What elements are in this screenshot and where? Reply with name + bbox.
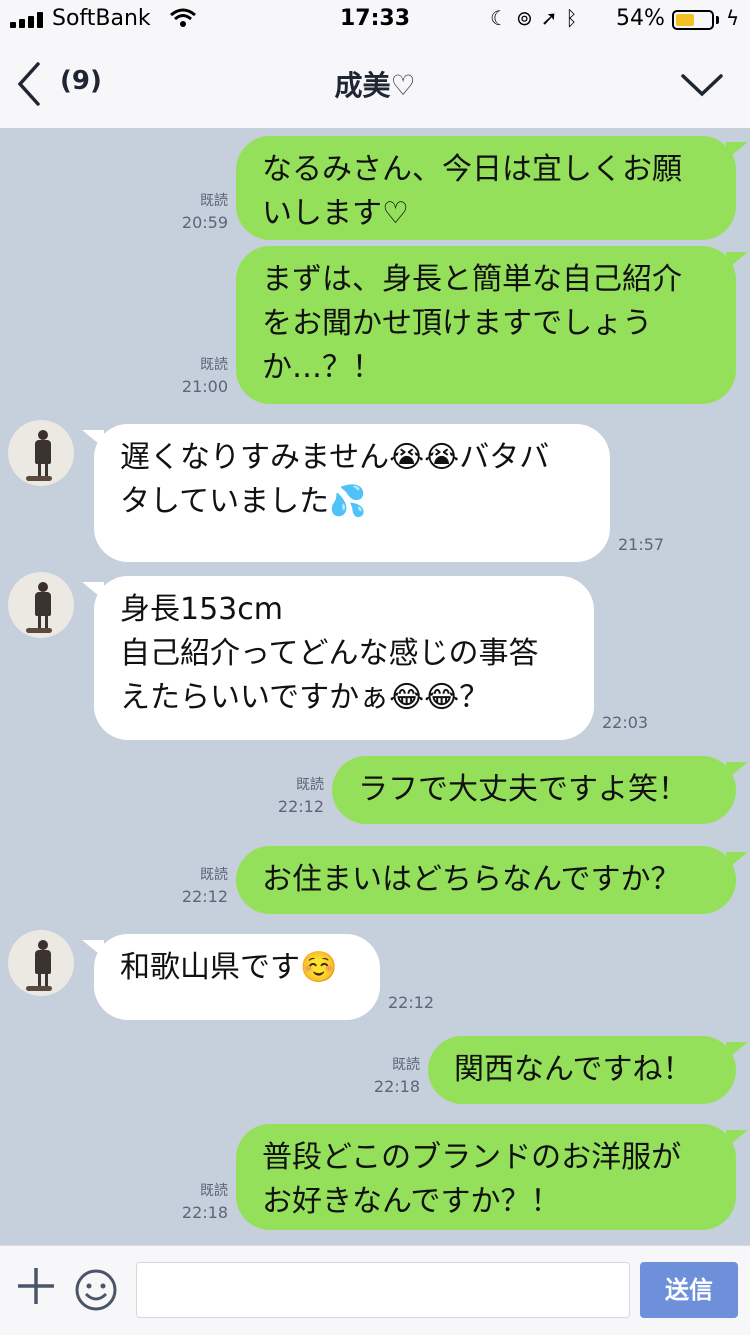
- message-time: 22:12: [277, 797, 324, 816]
- message-bubble[interactable]: 普段どこのブランドのお洋服が お好きなんですか？！: [236, 1124, 736, 1230]
- message-time: 22:12: [388, 993, 435, 1012]
- bubble-tail: [82, 940, 104, 958]
- bubble-tail: [726, 762, 748, 780]
- message-bubble[interactable]: ラフで大丈夫ですよ笑！: [332, 756, 736, 824]
- message-bubble[interactable]: まずは、身長と簡単な自己紹介 をお聞かせ頂けますでしょう か…？！: [236, 246, 736, 404]
- chat-header: (9) 成美♡: [0, 40, 750, 129]
- message-time: 21:00: [181, 377, 228, 396]
- message-time: 22:12: [181, 887, 228, 906]
- bubble-tail: [726, 142, 748, 160]
- rotation-lock-icon: ⊚: [515, 6, 541, 30]
- avatar[interactable]: [8, 572, 74, 638]
- status-icons: ☾⊚➚ᛒ: [490, 6, 585, 30]
- message-input[interactable]: [136, 1262, 630, 1318]
- message-meta: 既読 22:12: [164, 864, 228, 908]
- chat-title: 成美♡: [334, 69, 416, 102]
- message-meta: 既読 22:18: [356, 1054, 420, 1098]
- avatar[interactable]: [8, 930, 74, 996]
- message-bubble[interactable]: 関西なんですね！: [428, 1036, 736, 1104]
- message-meta: 既読 22:12: [260, 774, 324, 818]
- avatar[interactable]: [8, 420, 74, 486]
- message-meta: 既読 21:00: [164, 354, 228, 398]
- message-meta: 22:03: [602, 712, 672, 734]
- read-receipt: 既読: [392, 1057, 420, 1073]
- bubble-tail: [726, 252, 748, 270]
- send-button[interactable]: 送信: [640, 1262, 738, 1318]
- read-receipt: 既読: [200, 867, 228, 883]
- message-bubble[interactable]: 遅くなりすみません😭😭バタバ タしていました💦: [94, 424, 610, 562]
- message-time: 22:18: [373, 1077, 420, 1096]
- bluetooth-icon: ᛒ: [565, 6, 586, 30]
- battery-tip: [716, 16, 719, 24]
- read-receipt: 既読: [200, 1183, 228, 1199]
- read-receipt: 既読: [296, 777, 324, 793]
- message-time: 22:18: [181, 1203, 228, 1222]
- message-bubble[interactable]: 和歌山県です☺️: [94, 934, 380, 1020]
- message-time: 20:59: [181, 213, 228, 232]
- plus-icon[interactable]: [16, 1266, 56, 1306]
- chat-area[interactable]: なるみさん、今日は宜しくお願 いします♡ 既読 20:59 まずは、身長と簡単な自己紹…: [0, 128, 750, 1245]
- status-bar: SoftBank 17:33 ☾⊚➚ᛒ 54% ϟ: [0, 0, 750, 40]
- input-bar: 送信: [0, 1245, 750, 1335]
- smiley-icon[interactable]: [74, 1268, 118, 1312]
- message-meta: 既読 22:18: [164, 1180, 228, 1224]
- message-bubble[interactable]: なるみさん、今日は宜しくお願 いします♡: [236, 136, 736, 240]
- read-receipt: 既読: [200, 357, 228, 373]
- chevron-down-icon[interactable]: [680, 70, 724, 100]
- bubble-tail: [82, 430, 104, 448]
- battery-icon: [672, 10, 714, 30]
- moon-icon: ☾: [490, 6, 516, 30]
- message-bubble[interactable]: 身長153cm 自己紹介ってどんな感じの事答 えたらいいですかぁ😂😂？: [94, 576, 594, 740]
- bubble-tail: [82, 582, 104, 600]
- read-receipt: 既読: [200, 193, 228, 209]
- bubble-tail: [726, 852, 748, 870]
- message-meta: 既読 20:59: [164, 190, 228, 234]
- battery-percent: 54%: [616, 6, 665, 31]
- location-icon: ➚: [540, 6, 566, 30]
- message-time: 21:57: [618, 535, 665, 554]
- message-meta: 21:57: [618, 534, 688, 556]
- charging-icon: ϟ: [726, 6, 740, 30]
- message-bubble[interactable]: お住まいはどちらなんですか？: [236, 846, 736, 914]
- message-time: 22:03: [602, 713, 649, 732]
- message-meta: 22:12: [388, 992, 458, 1014]
